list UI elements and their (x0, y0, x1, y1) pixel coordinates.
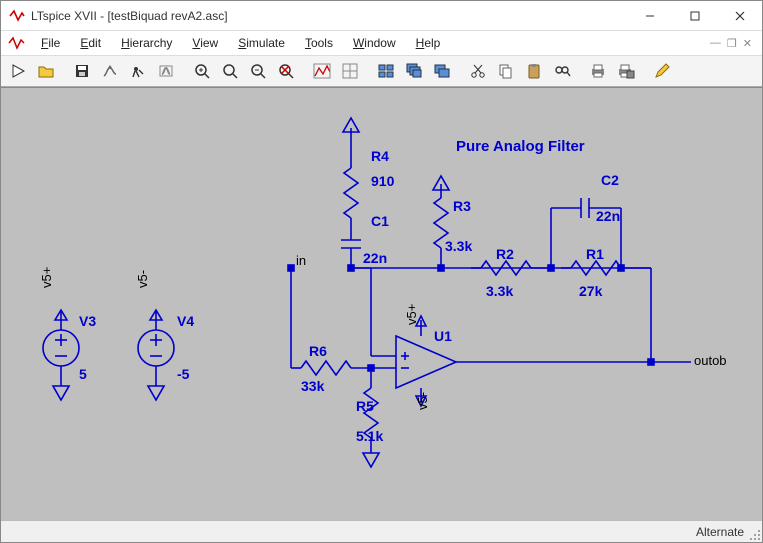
pencil-button[interactable] (649, 58, 675, 84)
net-v5p-2[interactable]: v5+ (404, 304, 419, 325)
run-button[interactable] (125, 58, 151, 84)
val-V4[interactable]: -5 (177, 366, 189, 382)
control-panel-button[interactable] (97, 58, 123, 84)
mdi-minimize-button[interactable]: — (710, 37, 721, 50)
val-V3[interactable]: 5 (79, 366, 87, 382)
status-mode: Alternate (696, 525, 744, 539)
minimize-button[interactable] (627, 1, 672, 30)
window-controls (627, 1, 762, 30)
ref-R2[interactable]: R2 (496, 246, 514, 262)
app-window: LTspice XVII - [testBiquad revA2.asc] Fi… (0, 0, 763, 543)
val-R1[interactable]: 27k (579, 283, 602, 299)
menu-help[interactable]: Help (408, 34, 449, 52)
print-button[interactable] (585, 58, 611, 84)
ref-V4[interactable]: V4 (177, 313, 194, 329)
open-button[interactable] (33, 58, 59, 84)
ref-R6[interactable]: R6 (309, 343, 327, 359)
ref-R4[interactable]: R4 (371, 148, 389, 164)
val-R4[interactable]: 910 (371, 173, 394, 189)
cascade-button[interactable] (401, 58, 427, 84)
paste-button[interactable] (521, 58, 547, 84)
mdi-restore-button[interactable]: ❐ (727, 37, 737, 50)
tile-button[interactable] (373, 58, 399, 84)
val-C1[interactable]: 22n (363, 250, 387, 266)
statusbar: Alternate (1, 520, 762, 542)
find-button[interactable] (549, 58, 575, 84)
net-v5n-2[interactable]: v5- (415, 392, 430, 410)
ref-V3[interactable]: V3 (79, 313, 96, 329)
toolbar (1, 55, 762, 87)
ref-U1[interactable]: U1 (434, 328, 452, 344)
net-v5p-1[interactable]: v5+ (39, 267, 54, 288)
menubar: File Edit Hierarchy View Simulate Tools … (1, 31, 762, 55)
schematic-canvas[interactable]: Pure Analog Filter R4 910 C1 22n R3 3.3k… (1, 87, 762, 520)
window-title: LTspice XVII - [testBiquad revA2.asc] (31, 9, 627, 23)
save-button[interactable] (69, 58, 95, 84)
menu-file[interactable]: File (33, 34, 68, 52)
zoom-in-button[interactable] (189, 58, 215, 84)
resize-grip-icon[interactable] (749, 529, 761, 541)
mdi-controls: — ❐ ✕ (710, 37, 758, 50)
close-all-button[interactable] (429, 58, 455, 84)
menu-simulate[interactable]: Simulate (230, 34, 293, 52)
ref-R1[interactable]: R1 (586, 246, 604, 262)
maximize-button[interactable] (672, 1, 717, 30)
print-setup-button[interactable] (613, 58, 639, 84)
zoom-fit-button[interactable] (273, 58, 299, 84)
schematic-icon (7, 34, 25, 52)
halt-button[interactable] (153, 58, 179, 84)
ref-C2[interactable]: C2 (601, 172, 619, 188)
setup-button[interactable] (337, 58, 363, 84)
zoom-pan-button[interactable] (217, 58, 243, 84)
ref-R5[interactable]: R5 (356, 398, 374, 414)
app-icon (9, 8, 25, 24)
cut-button[interactable] (465, 58, 491, 84)
schematic-title[interactable]: Pure Analog Filter (456, 138, 585, 155)
copy-button[interactable] (493, 58, 519, 84)
val-R6[interactable]: 33k (301, 378, 324, 394)
menu-edit[interactable]: Edit (72, 34, 109, 52)
mdi-close-button[interactable]: ✕ (743, 37, 752, 50)
net-in[interactable]: in (296, 253, 306, 268)
net-v5n-1[interactable]: v5- (135, 270, 150, 288)
menu-view[interactable]: View (184, 34, 226, 52)
net-out[interactable]: outob (694, 353, 727, 368)
close-button[interactable] (717, 1, 762, 30)
ref-C1[interactable]: C1 (371, 213, 389, 229)
val-C2[interactable]: 22n (596, 208, 620, 224)
new-schematic-button[interactable] (5, 58, 31, 84)
titlebar: LTspice XVII - [testBiquad revA2.asc] (1, 1, 762, 31)
menu-hierarchy[interactable]: Hierarchy (113, 34, 180, 52)
menu-window[interactable]: Window (345, 34, 404, 52)
ref-R3[interactable]: R3 (453, 198, 471, 214)
zoom-out-button[interactable] (245, 58, 271, 84)
val-R5[interactable]: 5.1k (356, 428, 383, 444)
menu-tools[interactable]: Tools (297, 34, 341, 52)
val-R3[interactable]: 3.3k (445, 238, 472, 254)
val-R2[interactable]: 3.3k (486, 283, 513, 299)
autorange-button[interactable] (309, 58, 335, 84)
